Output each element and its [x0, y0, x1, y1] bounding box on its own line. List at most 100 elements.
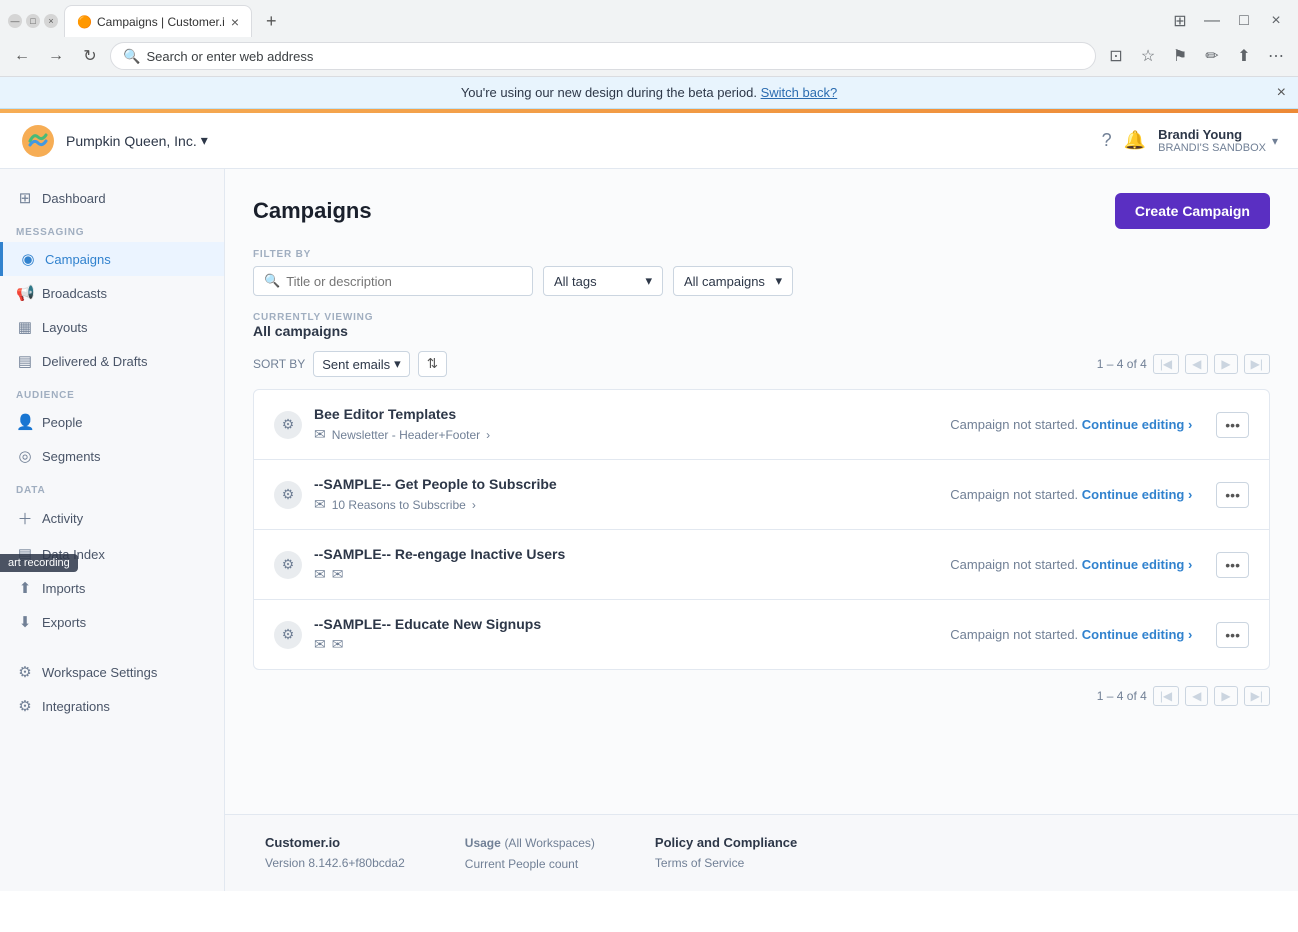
window-minimize-btn[interactable]: — [1198, 7, 1226, 35]
title-filter-input-wrapper[interactable]: 🔍 [253, 266, 533, 296]
browser-tab[interactable]: 🟠 Campaigns | Customer.i × [64, 5, 252, 37]
user-workspace: BRANDI'S SANDBOX [1158, 142, 1266, 154]
footer-col3-title: Policy and Compliance [655, 835, 797, 850]
pagination-bottom: 1 – 4 of 4 |◀ ◀ ▶ ▶| [1097, 686, 1270, 706]
campaign-name-3[interactable]: --SAMPLE-- Re-engage Inactive Users [314, 546, 938, 562]
switch-back-link[interactable]: Switch back? [761, 85, 838, 100]
campaigns-list: ⚙ Bee Editor Templates ✉ Newsletter - He… [253, 389, 1270, 670]
sort-select[interactable]: Sent emails ▾ [313, 351, 409, 377]
first-page-btn-bottom[interactable]: |◀ [1153, 686, 1179, 706]
sidebar-item-activity[interactable]: ＋ Activity [0, 500, 224, 537]
banner-close-btn[interactable]: × [1277, 84, 1286, 102]
campaign-icon-2: ⚙ [274, 481, 302, 509]
campaign-more-btn-3[interactable]: ••• [1216, 552, 1249, 578]
notifications-btn[interactable]: 🔔 [1124, 130, 1146, 151]
layouts-icon: ▦ [16, 318, 34, 336]
campaign-more-btn-1[interactable]: ••• [1216, 412, 1249, 438]
sidebar-item-workspace-settings-label: Workspace Settings [42, 665, 157, 680]
pagination-text-top: 1 – 4 of 4 [1097, 357, 1147, 371]
new-tab-btn[interactable]: + [258, 7, 285, 36]
campaign-status-text-2: Campaign not started. [950, 487, 1082, 502]
title-filter-input[interactable] [286, 274, 522, 289]
pen-btn[interactable]: ✏ [1198, 42, 1226, 70]
campaign-status-2: Campaign not started. Continue editing › [950, 487, 1192, 502]
campaign-more-btn-2[interactable]: ••• [1216, 482, 1249, 508]
campaign-name-2[interactable]: --SAMPLE-- Get People to Subscribe [314, 476, 938, 492]
back-btn[interactable]: ← [8, 42, 36, 70]
sidebar-item-segments-label: Segments [42, 449, 101, 464]
reload-btn[interactable]: ↻ [76, 42, 104, 70]
segments-icon: ◎ [16, 447, 34, 465]
minimize-btn[interactable]: — [8, 14, 22, 28]
campaign-continue-link-1[interactable]: Continue editing › [1082, 417, 1192, 432]
tab-strip-btn[interactable]: ⊡ [1102, 42, 1130, 70]
search-icon: 🔍 [264, 273, 280, 289]
user-info[interactable]: Brandi Young BRANDI'S SANDBOX ▾ [1158, 127, 1278, 154]
maximize-btn[interactable]: □ [26, 14, 40, 28]
next-page-btn[interactable]: ▶ [1214, 354, 1237, 374]
bookmark-btn[interactable]: ☆ [1134, 42, 1162, 70]
campaign-icon-1: ⚙ [274, 411, 302, 439]
address-bar[interactable]: 🔍 Search or enter web address [110, 42, 1096, 70]
footer-col2-metric: Current People count [465, 857, 578, 871]
last-page-btn-bottom[interactable]: ▶| [1244, 686, 1270, 706]
campaign-continue-link-4[interactable]: Continue editing › [1082, 627, 1192, 642]
campaign-sub-text-1: Newsletter - Header+Footer [332, 428, 480, 442]
share-btn[interactable]: ⬆ [1230, 42, 1258, 70]
campaign-continue-link-3[interactable]: Continue editing › [1082, 557, 1192, 572]
campaign-status-3: Campaign not started. Continue editing › [950, 557, 1192, 572]
sidebar-item-imports[interactable]: ⬆ Imports [0, 571, 224, 605]
next-page-btn-bottom[interactable]: ▶ [1214, 686, 1237, 706]
footer-version-link[interactable]: Version 8.142.6+f80bcda2 [265, 856, 405, 870]
sidebar-item-people[interactable]: 👤 People [0, 405, 224, 439]
sidebar-item-workspace-settings[interactable]: ⚙ Workspace Settings [0, 655, 224, 689]
sidebar-item-exports[interactable]: ⬇ Exports [0, 605, 224, 639]
last-page-btn[interactable]: ▶| [1244, 354, 1270, 374]
campaigns-filter-select[interactable]: All campaigns ▾ [673, 266, 793, 296]
sort-direction-btn[interactable]: ⇅ [418, 351, 447, 377]
campaign-sub-arrow-2: › [472, 498, 476, 512]
window-maximize-btn[interactable]: □ [1230, 7, 1258, 35]
sidebar-item-layouts[interactable]: ▦ Layouts [0, 310, 224, 344]
sidebar: ⊞ Dashboard MESSAGING ◉ Campaigns 📢 Broa… [0, 169, 225, 891]
sidebar-item-integrations-label: Integrations [42, 699, 110, 714]
first-page-btn[interactable]: |◀ [1153, 354, 1179, 374]
forward-btn[interactable]: → [42, 42, 70, 70]
campaign-item: ⚙ Bee Editor Templates ✉ Newsletter - He… [254, 390, 1269, 460]
sidebar-item-dashboard[interactable]: ⊞ Dashboard [0, 181, 224, 215]
sidebar-item-exports-label: Exports [42, 615, 86, 630]
beta-banner: You're using our new design during the b… [0, 77, 1298, 109]
campaign-name-4[interactable]: --SAMPLE-- Educate New Signups [314, 616, 938, 632]
campaign-more-btn-4[interactable]: ••• [1216, 622, 1249, 648]
sidebar-item-integrations[interactable]: ⚙ Integrations [0, 689, 224, 723]
tags-filter-select[interactable]: All tags ▾ [543, 266, 663, 296]
sidebar-item-segments[interactable]: ◎ Segments [0, 439, 224, 473]
tab-close-btn[interactable]: × [231, 15, 239, 29]
tab-menu-btn[interactable]: ⊞ [1166, 7, 1194, 35]
prev-page-btn-bottom[interactable]: ◀ [1185, 686, 1208, 706]
bookmark-mgr-btn[interactable]: ⚑ [1166, 42, 1194, 70]
address-text: Search or enter web address [146, 49, 313, 64]
prev-page-btn[interactable]: ◀ [1185, 354, 1208, 374]
more-btn[interactable]: ⋯ [1262, 42, 1290, 70]
terms-of-service-link[interactable]: Terms of Service [655, 856, 797, 870]
window-close-btn[interactable]: × [1262, 7, 1290, 35]
company-selector[interactable]: Pumpkin Queen, Inc. ▾ [66, 132, 208, 149]
close-btn[interactable]: × [44, 14, 58, 28]
user-name: Brandi Young [1158, 127, 1266, 142]
campaign-continue-link-2[interactable]: Continue editing › [1082, 487, 1192, 502]
app-footer: Customer.io Version 8.142.6+f80bcda2 Usa… [225, 814, 1298, 891]
campaigns-select-label: All campaigns [684, 274, 765, 289]
recording-overlay: art recording [0, 554, 78, 572]
create-campaign-btn[interactable]: Create Campaign [1115, 193, 1270, 229]
campaign-name-1[interactable]: Bee Editor Templates [314, 406, 938, 422]
sidebar-item-delivered-drafts[interactable]: ▤ Delivered & Drafts [0, 344, 224, 378]
broadcasts-icon: 📢 [16, 284, 34, 302]
pagination-top: 1 – 4 of 4 |◀ ◀ ▶ ▶| [1097, 354, 1270, 374]
sort-by-label: SORT BY [253, 357, 305, 371]
sidebar-item-campaigns[interactable]: ◉ Campaigns [0, 242, 224, 276]
sidebar-item-broadcasts[interactable]: 📢 Broadcasts [0, 276, 224, 310]
company-name: Pumpkin Queen, Inc. [66, 133, 197, 149]
help-btn[interactable]: ? [1102, 130, 1112, 151]
email-icon-1: ✉ [314, 426, 326, 443]
